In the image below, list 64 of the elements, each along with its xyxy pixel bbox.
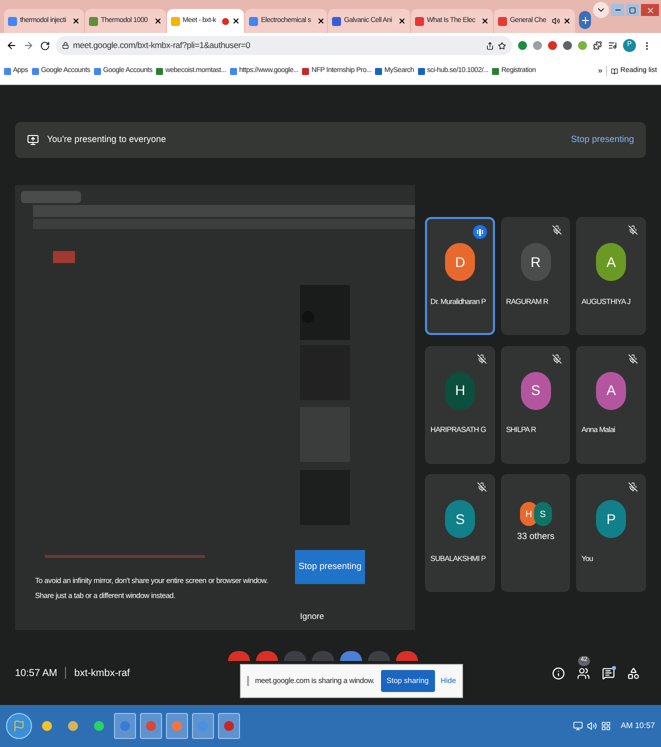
url-text: meet.google.com/bxt-kmbx-raf?pli=1&authuser=0 <box>73 39 250 52</box>
stop-presenting-link[interactable]: Stop presenting <box>570 133 634 147</box>
share-icon[interactable] <box>486 42 494 50</box>
avatar: D <box>445 243 476 281</box>
back-icon[interactable] <box>6 40 17 51</box>
minimize-button[interactable] <box>611 4 624 16</box>
plus-icon <box>580 14 591 26</box>
extension-icon[interactable] <box>533 41 542 50</box>
stop-presenting-button[interactable]: Stop presenting <box>295 550 365 584</box>
ignore-button[interactable]: Ignore <box>300 610 324 623</box>
close-icon[interactable] <box>563 17 572 25</box>
call-control-button[interactable] <box>256 651 278 661</box>
meeting-code: bxt-kmbx-raf <box>74 666 130 680</box>
avatar: A <box>596 243 626 281</box>
close-icon[interactable] <box>72 17 80 25</box>
call-control-button[interactable] <box>340 651 362 661</box>
participant-tile[interactable]: H S 33 others <box>500 474 570 592</box>
maximize-icon <box>629 6 636 14</box>
lock-icon <box>62 42 69 49</box>
more-bookmarks-button[interactable]: » <box>598 65 602 77</box>
forward-icon[interactable] <box>23 40 34 51</box>
maximize-button[interactable] <box>626 4 639 16</box>
close-icon[interactable] <box>481 17 490 25</box>
chat-icon[interactable] <box>602 666 615 680</box>
extension-icon[interactable] <box>518 41 527 50</box>
taskbar-app-button[interactable] <box>218 713 240 739</box>
new-tab-button[interactable] <box>579 11 591 29</box>
speaking-indicator-icon <box>472 225 487 239</box>
meeting-time: 10:57 AM <box>15 666 58 680</box>
people-icon[interactable] <box>577 666 590 680</box>
clock[interactable]: AM 10:57 <box>620 720 655 732</box>
avatar: R <box>520 243 551 281</box>
tray-icon[interactable] <box>600 721 611 731</box>
activities-icon[interactable] <box>627 666 640 680</box>
extensions-icon[interactable] <box>593 41 602 50</box>
avatar: S <box>520 372 551 410</box>
extension-icon[interactable] <box>563 41 572 50</box>
avatar: A <box>596 372 626 410</box>
avatar: S <box>445 500 476 538</box>
close-icon[interactable] <box>154 17 162 25</box>
others-count: 33 others <box>516 530 554 544</box>
close-window-button[interactable] <box>641 4 659 16</box>
present-icon <box>27 134 39 146</box>
bookmark-star-icon[interactable] <box>498 42 506 50</box>
avatar: H <box>445 372 476 410</box>
close-icon[interactable] <box>232 17 240 25</box>
close-icon[interactable] <box>398 17 406 25</box>
windows-flag-icon <box>13 720 25 732</box>
close-icon[interactable] <box>316 17 325 25</box>
close-icon <box>646 6 654 14</box>
info-icon[interactable] <box>552 666 565 680</box>
avatar: P <box>596 500 626 538</box>
reload-icon[interactable] <box>40 40 50 50</box>
book-icon <box>611 68 618 74</box>
tab-search-button[interactable] <box>593 2 609 18</box>
call-control-button[interactable] <box>228 651 250 661</box>
start-button[interactable] <box>6 713 32 739</box>
address-field[interactable]: meet.google.com/bxt-kmbx-raf?pli=1&authuser=0 <box>56 36 512 55</box>
avatar: S <box>534 502 552 526</box>
banner-text: You're presenting to everyone <box>47 133 166 146</box>
call-control-button[interactable] <box>396 651 418 661</box>
media-control-icon[interactable] <box>608 41 617 50</box>
volume-icon[interactable] <box>586 721 597 731</box>
extension-icon[interactable] <box>548 41 557 50</box>
